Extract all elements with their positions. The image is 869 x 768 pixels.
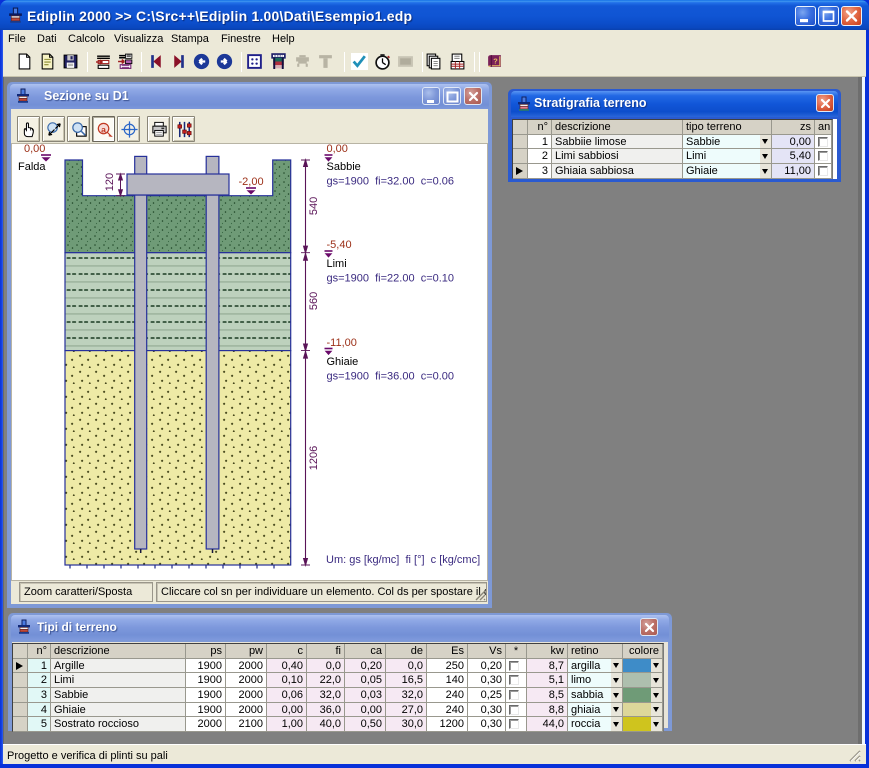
svg-text:560: 560 (308, 292, 320, 310)
svg-text:Falda: Falda (18, 161, 46, 173)
svg-text:Sabbie: Sabbie (327, 161, 361, 173)
svg-text:gs=1900 fi=36.00 c=0.00: gs=1900 fi=36.00 c=0.00 (327, 371, 455, 383)
svg-text:a: a (101, 124, 106, 134)
svg-text:1206: 1206 (308, 446, 320, 470)
svg-text:120: 120 (104, 173, 116, 191)
svg-text:-2,00: -2,00 (239, 176, 264, 188)
svg-text:540: 540 (308, 197, 320, 215)
svg-text:-5,40: -5,40 (327, 239, 352, 251)
svg-text:Ghiaie: Ghiaie (327, 356, 359, 368)
svg-text:?: ? (493, 57, 498, 66)
svg-text:0,00: 0,00 (24, 144, 45, 155)
svg-text:gs=1900 fi=32.00 c=0.06: gs=1900 fi=32.00 c=0.06 (327, 176, 455, 188)
svg-text:Um: gs [kg/mc] fi [°] c [kg/: Um: gs [kg/mc] fi [°] c [kg/cmc] (326, 554, 480, 566)
svg-text:0,00: 0,00 (327, 144, 348, 155)
svg-text:-11,00: -11,00 (327, 337, 357, 349)
svg-text:Limi: Limi (327, 258, 347, 270)
svg-text:gs=1900 fi=22.00 c=0.10: gs=1900 fi=22.00 c=0.10 (327, 273, 455, 285)
